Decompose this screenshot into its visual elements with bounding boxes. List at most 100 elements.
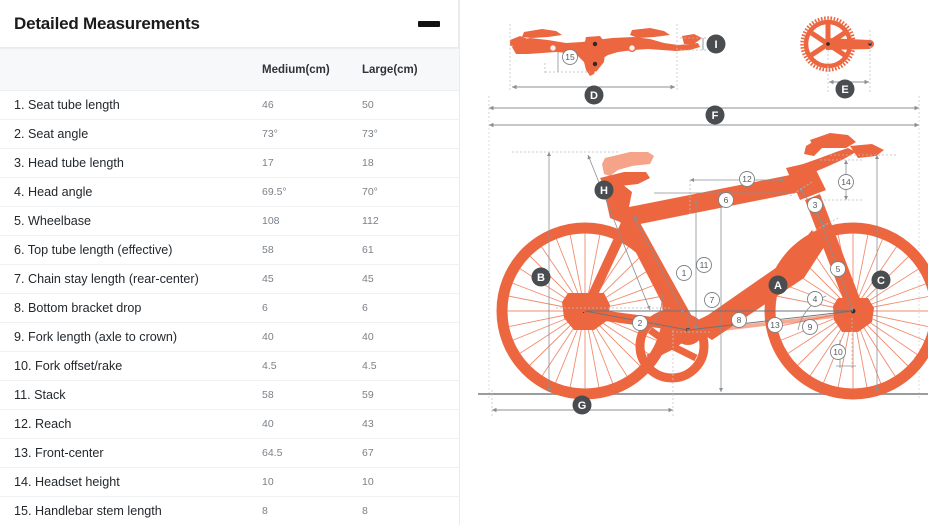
measurement-label: 9. Fork length (axle to crown) xyxy=(0,322,262,352)
table-row: 10. Fork offset/rake 4.5 4.5 xyxy=(0,351,459,381)
svg-text:I: I xyxy=(714,39,717,51)
measurement-label: 3. Head tube length xyxy=(0,148,262,178)
callout-3: 3 xyxy=(807,197,823,213)
measurement-value-large: 43 xyxy=(362,409,459,439)
dimension-label-I: I xyxy=(706,34,726,54)
svg-text:F: F xyxy=(712,110,719,122)
measurement-label: 8. Bottom bracket drop xyxy=(0,293,262,323)
svg-text:2: 2 xyxy=(638,318,643,328)
callout-7: 7 xyxy=(704,292,720,308)
dimension-label-E: E xyxy=(835,79,855,99)
table-row: 9. Fork length (axle to crown) 40 40 xyxy=(0,322,459,352)
measurement-label: 15. Handlebar stem length xyxy=(0,496,262,525)
svg-text:3: 3 xyxy=(813,200,818,210)
measurement-value-large: 6 xyxy=(362,293,459,323)
svg-text:B: B xyxy=(537,272,545,284)
measurement-value-medium: 108 xyxy=(262,206,362,236)
measurement-value-medium: 46 xyxy=(262,90,362,120)
table-row: 12. Reach 40 43 xyxy=(0,409,459,439)
table-row: 8. Bottom bracket drop 6 6 xyxy=(0,293,459,323)
measurement-value-large: 8 xyxy=(362,496,459,525)
measurement-value-medium: 64.5 xyxy=(262,438,362,468)
measurement-label: 2. Seat angle xyxy=(0,119,262,149)
diagram-background xyxy=(460,0,928,525)
callout-6: 6 xyxy=(718,192,734,208)
svg-text:9: 9 xyxy=(808,322,813,332)
column-header-medium: Medium(cm) xyxy=(262,48,362,91)
callout-13: 13 xyxy=(767,317,783,333)
svg-text:H: H xyxy=(600,185,608,197)
callout-14: 14 xyxy=(838,174,854,190)
measurement-value-medium: 69.5° xyxy=(262,177,362,207)
measurement-value-medium: 6 xyxy=(262,293,362,323)
measurement-value-large: 61 xyxy=(362,235,459,265)
dimension-label-F: F xyxy=(705,105,725,125)
measurement-value-large: 4.5 xyxy=(362,351,459,381)
callout-2: 2 xyxy=(632,315,648,331)
measurement-value-medium: 58 xyxy=(262,380,362,410)
callout-15: 15 xyxy=(562,49,578,65)
table-header: Medium(cm) Large(cm) xyxy=(0,48,459,91)
svg-text:G: G xyxy=(578,400,587,412)
measurement-value-large: 45 xyxy=(362,264,459,294)
measurement-label: 13. Front-center xyxy=(0,438,262,468)
measurement-value-large: 18 xyxy=(362,148,459,178)
page-title: Detailed Measurements xyxy=(14,13,200,33)
column-header-large: Large(cm) xyxy=(362,48,459,91)
svg-text:E: E xyxy=(841,84,848,96)
svg-text:5: 5 xyxy=(836,264,841,274)
measurement-value-large: 40 xyxy=(362,322,459,352)
measurement-label: 6. Top tube length (effective) xyxy=(0,235,262,265)
measurement-value-medium: 8 xyxy=(262,496,362,525)
callout-11: 11 xyxy=(696,257,712,273)
measurement-label: 12. Reach xyxy=(0,409,262,439)
measurement-value-large: 10 xyxy=(362,467,459,497)
svg-text:12: 12 xyxy=(742,174,752,184)
bicycle-geometry-diagram: AB CD EFGHI 123456789101112131415 xyxy=(460,0,928,525)
measurement-value-large: 70° xyxy=(362,177,459,207)
table-row: 14. Headset height 10 10 xyxy=(0,467,459,497)
table-row: 3. Head tube length 17 18 xyxy=(0,148,459,178)
dimension-label-B: B xyxy=(531,267,551,287)
callout-9: 9 xyxy=(802,319,818,335)
dimension-label-D: D xyxy=(584,85,604,105)
column-header-label xyxy=(0,48,262,91)
table-row: 13. Front-center 64.5 67 xyxy=(0,438,459,468)
measurement-value-medium: 40 xyxy=(262,409,362,439)
measurement-value-large: 112 xyxy=(362,206,459,236)
svg-text:7: 7 xyxy=(710,295,715,305)
svg-text:C: C xyxy=(877,275,885,287)
callout-12: 12 xyxy=(739,171,755,187)
measurements-table: Medium(cm) Large(cm) 1. Seat tube length… xyxy=(0,48,459,525)
table-row: 1. Seat tube length 46 50 xyxy=(0,90,459,120)
measurement-value-medium: 45 xyxy=(262,264,362,294)
dimension-label-H: H xyxy=(594,180,614,200)
measurement-label: 5. Wheelbase xyxy=(0,206,262,236)
measurement-value-medium: 10 xyxy=(262,467,362,497)
callout-8: 8 xyxy=(731,312,747,328)
dimension-label-C: C xyxy=(871,270,891,290)
table-row: 5. Wheelbase 108 112 xyxy=(0,206,459,236)
table-row: 11. Stack 58 59 xyxy=(0,380,459,410)
measurement-value-medium: 17 xyxy=(262,148,362,178)
measurement-value-medium: 58 xyxy=(262,235,362,265)
measurement-label: 1. Seat tube length xyxy=(0,90,262,120)
table-row: 6. Top tube length (effective) 58 61 xyxy=(0,235,459,265)
table-row: 2. Seat angle 73° 73° xyxy=(0,119,459,149)
svg-text:6: 6 xyxy=(724,195,729,205)
minus-icon[interactable] xyxy=(418,20,440,27)
measurements-panel: Detailed Measurements Medium(cm) Large(c… xyxy=(0,0,460,525)
svg-text:11: 11 xyxy=(700,260,709,270)
table-row: 7. Chain stay length (rear-center) 45 45 xyxy=(0,264,459,294)
callout-4: 4 xyxy=(807,291,823,307)
measurement-value-medium: 73° xyxy=(262,119,362,149)
table-header-row: Medium(cm) Large(cm) xyxy=(0,48,459,91)
panel-header: Detailed Measurements xyxy=(0,0,459,48)
measurement-label: 14. Headset height xyxy=(0,467,262,497)
table-row: 15. Handlebar stem length 8 8 xyxy=(0,496,459,525)
measurement-value-medium: 40 xyxy=(262,322,362,352)
measurement-label: 7. Chain stay length (rear-center) xyxy=(0,264,262,294)
table-body: 1. Seat tube length 46 50 2. Seat angle 73° 7… xyxy=(0,90,459,525)
svg-text:14: 14 xyxy=(841,177,851,187)
callout-1: 1 xyxy=(676,265,692,281)
